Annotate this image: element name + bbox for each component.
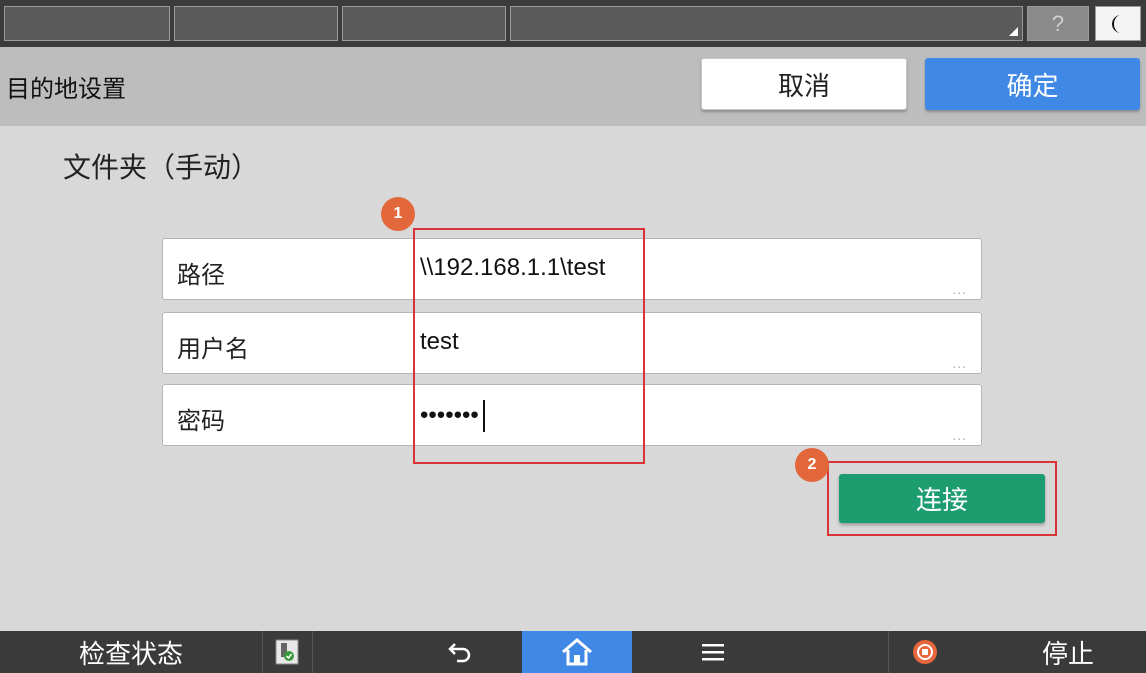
help-button[interactable]: ? bbox=[1027, 6, 1089, 41]
stop-icon bbox=[913, 640, 937, 664]
menu-button[interactable] bbox=[683, 631, 743, 673]
status-slot-2 bbox=[174, 6, 338, 41]
main-panel: 文件夹（手动） 路径 \\192.168.1.1\test ... 用户名 te… bbox=[0, 126, 1146, 631]
status-slot-3 bbox=[342, 6, 506, 41]
night-mode-button[interactable] bbox=[1095, 6, 1141, 41]
stop-button[interactable]: 停止 bbox=[990, 631, 1146, 673]
check-status-button[interactable]: 检查状态 bbox=[0, 631, 262, 673]
password-more-icon[interactable]: ... bbox=[953, 429, 967, 443]
bottom-bar: 检查状态 停止 bbox=[0, 631, 1146, 673]
section-title: 文件夹（手动） bbox=[63, 151, 260, 184]
path-label: 路径 bbox=[177, 261, 225, 289]
question-mark-icon: ? bbox=[1051, 10, 1065, 36]
status-slot-1 bbox=[4, 6, 170, 41]
password-label: 密码 bbox=[177, 407, 225, 435]
connect-button[interactable]: 连接 bbox=[839, 474, 1045, 523]
home-button[interactable] bbox=[522, 631, 632, 673]
title-bar: 目的地设置 取消 确定 bbox=[0, 47, 1146, 126]
usb-check-icon bbox=[275, 639, 299, 665]
expand-corner-icon bbox=[1009, 27, 1018, 36]
annotation-box-1 bbox=[413, 228, 645, 464]
usb-status-button[interactable] bbox=[262, 631, 312, 673]
hamburger-menu-icon bbox=[702, 644, 724, 661]
username-more-icon[interactable]: ... bbox=[953, 357, 967, 371]
annotation-badge-2: 2 bbox=[795, 448, 829, 482]
page-title: 目的地设置 bbox=[6, 75, 126, 103]
divider bbox=[888, 631, 889, 673]
divider bbox=[312, 631, 313, 673]
back-button[interactable] bbox=[430, 631, 490, 673]
username-label: 用户名 bbox=[177, 335, 249, 363]
home-icon bbox=[562, 638, 592, 666]
annotation-badge-1: 1 bbox=[381, 197, 415, 231]
path-more-icon[interactable]: ... bbox=[953, 283, 967, 297]
crescent-moon-icon bbox=[1112, 14, 1121, 33]
status-bar: ? bbox=[0, 0, 1146, 47]
ok-button[interactable]: 确定 bbox=[925, 58, 1140, 110]
status-message-area[interactable] bbox=[510, 6, 1023, 41]
cancel-button[interactable]: 取消 bbox=[701, 58, 907, 110]
stop-icon-button[interactable] bbox=[900, 631, 950, 673]
back-arrow-icon bbox=[448, 643, 471, 663]
